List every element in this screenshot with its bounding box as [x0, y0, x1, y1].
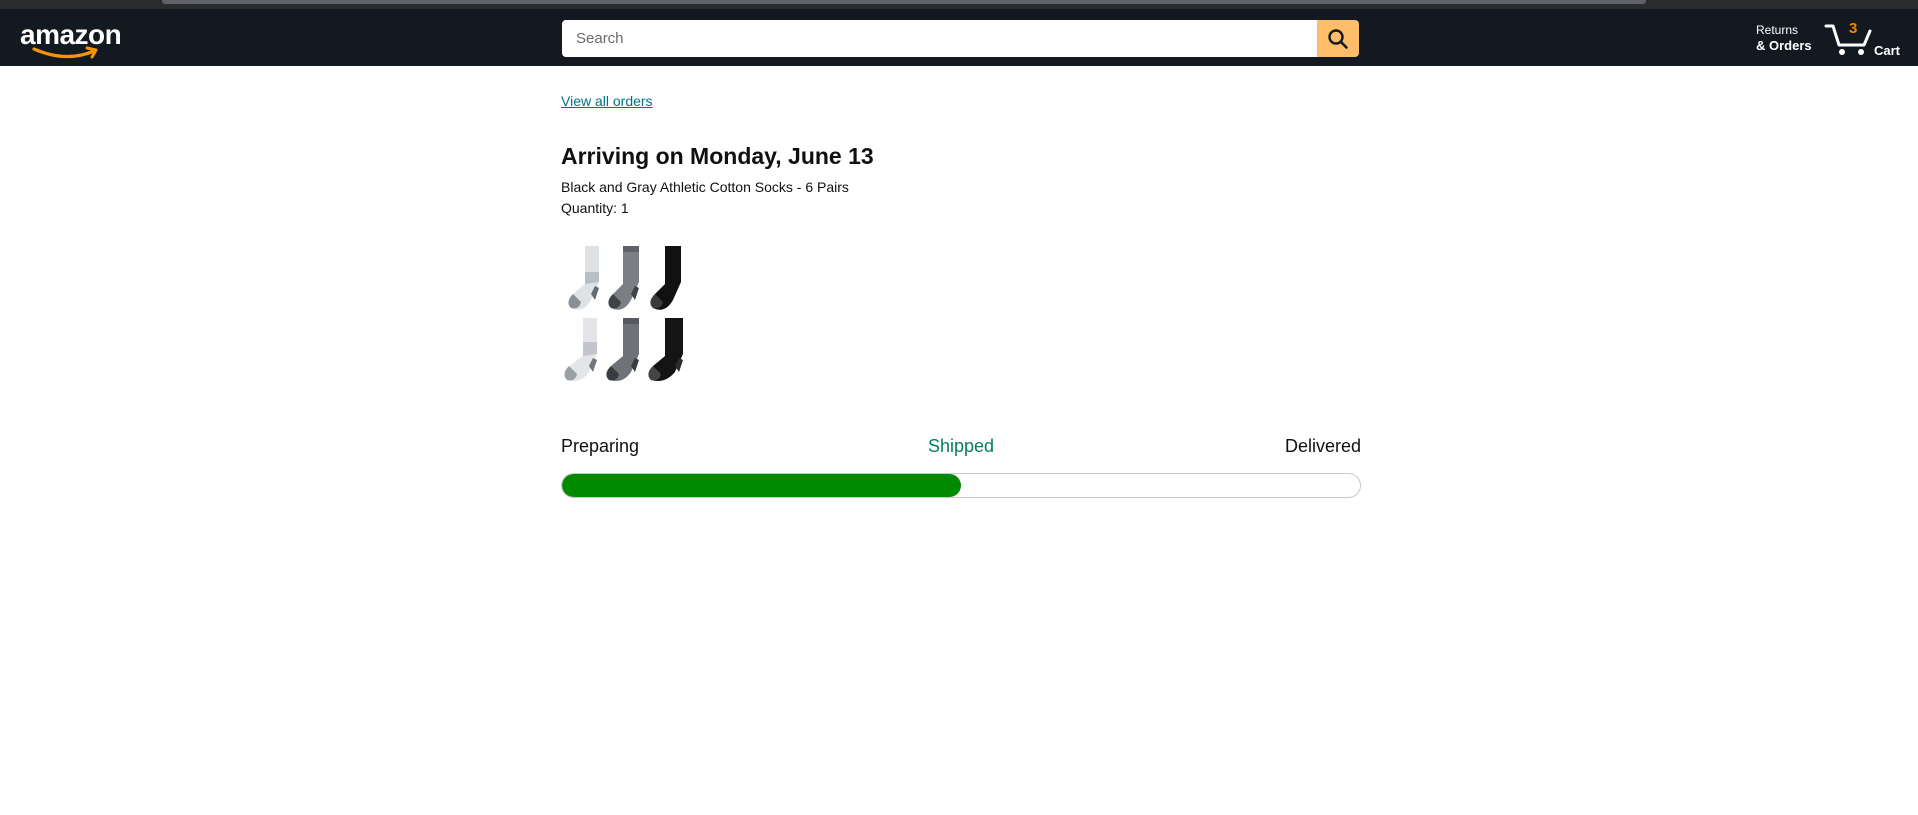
sock-bottom-2 [606, 318, 639, 381]
status-step-shipped: Shipped [928, 436, 995, 456]
amazon-logo[interactable]: amazon [20, 19, 122, 59]
returns-orders-link[interactable]: Returns & Orders [1756, 23, 1812, 53]
view-all-orders-link[interactable]: View all orders [561, 93, 653, 109]
search-bar [562, 20, 1359, 57]
product-quantity: Quantity: 1 [561, 200, 629, 216]
cart-label: Cart [1874, 43, 1901, 58]
shipment-status-row: Preparing Shipped Delivered [561, 436, 1361, 460]
status-step-delivered: Delivered [1284, 436, 1361, 456]
cart-button[interactable]: 3 Cart [1824, 19, 1914, 59]
product-name: Black and Gray Athletic Cotton Socks - 6… [561, 179, 849, 195]
search-button[interactable] [1317, 20, 1359, 57]
returns-label: Returns [1756, 23, 1799, 37]
orders-label: & Orders [1756, 38, 1812, 53]
sock-bottom-3 [648, 318, 683, 381]
status-step-preparing: Preparing [561, 436, 640, 456]
cart-count-badge: 3 [1849, 20, 1858, 37]
site-header: amazon Returns & Orders 3 Cart [0, 9, 1918, 66]
search-input[interactable] [562, 20, 1317, 57]
sock-bottom-1 [564, 318, 597, 381]
sock-top-2 [608, 246, 639, 310]
sock-top-1 [568, 246, 599, 310]
amazon-smile-icon [32, 46, 98, 59]
shipment-progress-bar [561, 473, 1361, 498]
shipment-progress-fill [562, 474, 961, 497]
sock-top-3 [650, 246, 681, 310]
arrival-title: Arriving on Monday, June 13 [561, 143, 874, 169]
search-icon [1328, 28, 1348, 49]
product-image [561, 242, 691, 384]
browser-top-strip [0, 0, 1918, 9]
scrollbar-thumb[interactable] [162, 0, 1646, 4]
socks-image [564, 246, 683, 381]
